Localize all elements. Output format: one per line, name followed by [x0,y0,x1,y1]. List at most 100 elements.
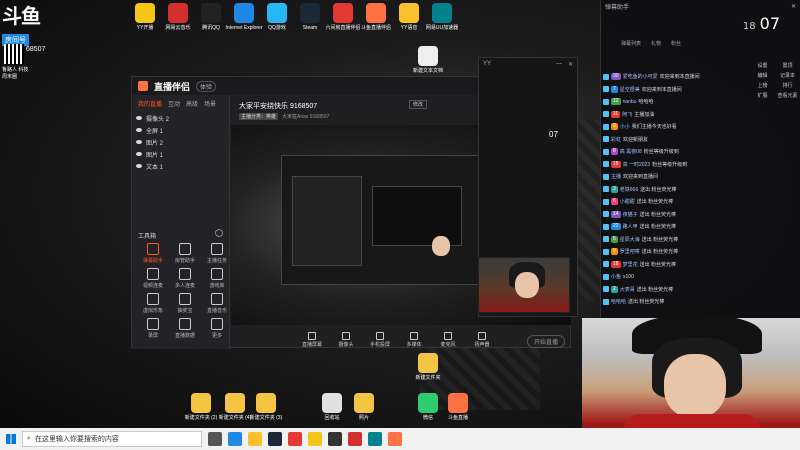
chat-tool-button[interactable]: 排行 [776,82,799,89]
steam-task-icon[interactable] [268,432,282,446]
obs-task-icon[interactable] [328,432,342,446]
eye-icon[interactable] [136,140,142,144]
taskbar-search[interactable]: ⌕ 在这里输入你要搜索的内容 [22,431,202,447]
chat-username[interactable]: 主播 [611,173,621,180]
tool-button[interactable]: 更多 [202,318,232,339]
scene-tab[interactable]: 我的直播 [138,99,162,108]
chat-message[interactable]: 主播 欢迎来到直播间 [603,172,799,181]
eye-icon[interactable] [136,116,142,120]
close-icon[interactable]: ✕ [791,3,796,10]
chat-username[interactable]: 夜猫子 [623,211,638,218]
start-live-button[interactable]: 开始直播 [526,335,565,348]
source-toolbar-button[interactable]: 麦克风 [437,332,459,348]
chat-message[interactable]: 18 梦里花 送出 粉丝荧光棒 [603,260,799,269]
chat-tool-button[interactable]: 上榜 [751,82,774,89]
chat-tool-button[interactable]: 编辑 [751,72,774,79]
source-item[interactable]: 图片 1 [132,148,229,160]
uu-task-icon[interactable] [368,432,382,446]
chat-message[interactable]: 15 高 一时2023 粉丝等级升级到 [603,160,799,169]
chat-message[interactable]: 3 老铁666 送出 粉丝荧光棒 [603,185,799,194]
chat-username[interactable]: 小甜甜 [620,198,635,205]
explorer-icon[interactable] [248,432,262,446]
scene-tab[interactable]: 互动 [168,99,180,108]
chat-tab[interactable]: 粉丝 [671,40,681,47]
chat-message[interactable]: 11 阿飞 主播加油 [603,110,749,119]
edit-title-button[interactable]: 修改 [409,100,428,109]
desktop-shortcut[interactable]: 网易UU加速器 [422,3,462,31]
chat-message[interactable]: 12 nanbu 哈哈哈 [603,97,749,106]
source-toolbar-button[interactable]: 手机投屏 [369,332,391,348]
chat-username[interactable]: 星空很美 [620,86,640,93]
music-task-icon[interactable] [348,432,362,446]
chat-username[interactable]: 梦里花 [623,261,638,268]
desktop-app[interactable]: 斗鱼直播 [438,393,478,421]
chat-username[interactable]: 星辰大海 [620,236,640,243]
chat-username[interactable]: 高 一时2023 [623,161,651,168]
tool-button[interactable]: 房管助手 [170,243,200,264]
eye-icon[interactable] [136,128,142,132]
source-item[interactable]: 文本 1 [132,160,229,172]
source-toolbar-button[interactable]: 多媒体 [403,332,425,348]
source-item[interactable]: 全屏 1 [132,124,229,136]
chat-tab[interactable]: 弹幕列表 [621,40,641,47]
tool-button[interactable]: 虚拟形象 [138,293,168,314]
chat-username[interactable]: 阿飞 [622,111,632,118]
danmaku-chat-panel[interactable]: 弹幕助手 ✕ 18 07 弹幕列表 礼物 粉丝 设置 置顶 编辑 记录本 上榜 排行 扩展 查看元素… [600,0,800,318]
douyu-task-icon[interactable] [388,432,402,446]
chat-message[interactable]: 9 小小 我们主播今天也好看 [603,122,749,131]
chat-tool-button[interactable]: 设置 [751,62,774,69]
eye-icon[interactable] [136,164,142,168]
source-toolbar-button[interactable]: 扬声器 [471,332,493,348]
tool-button[interactable]: 弹幕助手 [138,243,168,264]
chat-message[interactable]: 30 爱吃鱼的小可爱 欢迎来到本直播间 [603,72,749,81]
chat-tool-button[interactable]: 记录本 [776,72,799,79]
source-toolbar-button[interactable]: 摄像头 [335,332,357,348]
source-item[interactable]: 摄像头 2 [132,112,229,124]
chat-username[interactable]: nanbu [623,99,637,105]
chat-tool-button[interactable]: 置顶 [776,62,799,69]
minimize-icon[interactable]: — [556,61,562,67]
chat-message[interactable]: 彩虹 欢迎新朋友 [603,135,749,144]
desktop-file[interactable]: 新建文件夹 (3) [246,393,286,421]
scene-tab[interactable]: 场景 [204,99,216,108]
tool-button[interactable]: 多人连麦 [170,268,200,289]
source-toolbar-button[interactable]: 直播屏幕 [301,332,323,348]
version-badge[interactable]: 体验 [196,80,217,92]
chat-message[interactable]: 哈哈哈 送出 粉丝荧光棒 [603,297,799,306]
tool-button[interactable]: 录屏 [138,318,168,339]
chat-message[interactable]: 6 小甜甜 送出 粉丝荧光棒 [603,197,799,206]
chat-message[interactable]: 2 大表哥 送出 粉丝荧光棒 [603,285,799,294]
tool-button[interactable]: 主播任务 [202,243,232,264]
6rooms-task-icon[interactable] [288,432,302,446]
yy-task-icon[interactable] [308,432,322,446]
eye-icon[interactable] [136,152,142,156]
chat-username[interactable]: 哈哈哈 [611,298,626,305]
tool-button[interactable]: 游戏库 [202,268,232,289]
chat-tab[interactable]: 礼物 [651,40,661,47]
scene-tab[interactable]: 高级 [186,99,198,108]
chat-username[interactable]: 大表哥 [620,286,635,293]
chat-message[interactable]: 5 星辰大海 送出 粉丝荧光棒 [603,235,799,244]
chat-username[interactable]: 高 黑夜08 [620,148,642,155]
chat-message[interactable]: 小鱼 x100 [603,272,799,281]
close-icon[interactable]: ✕ [568,61,573,68]
chat-username[interactable]: 路人甲 [623,223,638,230]
edge-icon[interactable] [228,432,242,446]
chat-message[interactable]: 8高 黑夜08 粉丝等级升级到 [603,147,799,156]
tool-button[interactable]: 视频连麦 [138,268,168,289]
source-item[interactable]: 图片 2 [132,136,229,148]
chat-message[interactable]: 7 星空很美 欢迎来到本直播间 [603,85,749,94]
tool-button[interactable]: 抽奖宝 [170,293,200,314]
chat-username[interactable]: 爱吃鱼的小可爱 [623,73,658,80]
start-button[interactable] [0,428,22,450]
tool-button[interactable]: 直播音乐 [202,293,232,314]
chat-username[interactable]: 小鱼 [611,273,621,280]
chat-username[interactable]: 彩虹 [611,136,621,143]
chat-username[interactable]: 罗里吧嗦 [620,248,640,255]
chat-message[interactable]: 22 路人甲 送出 粉丝荧光棒 [603,222,799,231]
collapse-tools-icon[interactable] [215,229,223,237]
desktop-file[interactable]: 新建文本文档 [408,46,448,74]
chat-username[interactable]: 小小 [620,123,630,130]
chat-tool-button[interactable]: 扩展 [751,92,774,99]
task-view-icon[interactable] [208,432,222,446]
